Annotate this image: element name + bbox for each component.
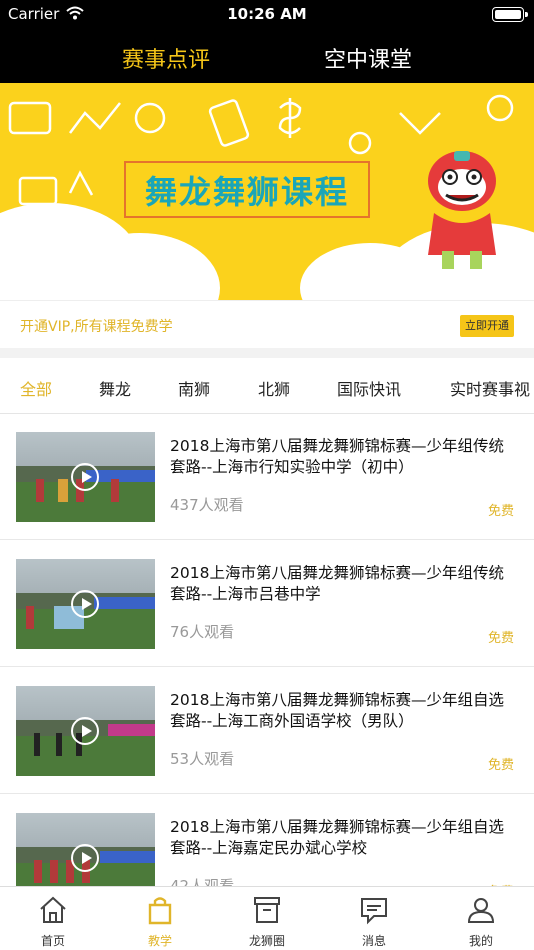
status-time: 10:26 AM	[227, 5, 307, 23]
video-thumbnail[interactable]	[16, 686, 155, 776]
user-icon	[467, 898, 495, 923]
vip-promo-bar: 开通VIP,所有课程免费学 立即开通	[0, 300, 534, 348]
tab-teaching-label: 教学	[147, 934, 172, 948]
open-vip-button[interactable]: 立即开通	[460, 315, 514, 337]
video-title[interactable]: 2018上海市第八届舞龙舞狮锦标赛—少年组传统套路--上海市吕巷中学	[170, 563, 510, 605]
category-northern-lion[interactable]: 北狮	[258, 376, 290, 400]
tab-online-class[interactable]: 空中课堂	[324, 42, 412, 74]
banner-title-box: 舞龙舞狮课程	[124, 161, 370, 218]
course-banner[interactable]: 舞龙舞狮课程	[0, 83, 534, 300]
category-all[interactable]: 全部	[20, 376, 52, 400]
category-southern-lion[interactable]: 南狮	[178, 376, 210, 400]
play-icon[interactable]	[71, 463, 99, 491]
tab-messages[interactable]: 消息	[334, 887, 414, 950]
tab-event-review[interactable]: 赛事点评	[122, 42, 210, 74]
bag-icon	[148, 897, 172, 925]
video-title[interactable]: 2018上海市第八届舞龙舞狮锦标赛—少年组自选套路--上海嘉定民办斌心学校	[170, 817, 510, 859]
category-live-events[interactable]: 实时赛事视	[450, 376, 530, 400]
list-item[interactable]: 2018上海市第八届舞龙舞狮锦标赛—少年组传统套路--上海市吕巷中学 76人观看…	[0, 541, 534, 667]
home-icon	[40, 896, 66, 923]
view-count: 437人观看	[170, 496, 244, 514]
video-title[interactable]: 2018上海市第八届舞龙舞狮锦标赛—少年组自选套路--上海工商外国语学校（男队）	[170, 690, 510, 732]
list-item[interactable]: 2018上海市第八届舞龙舞狮锦标赛—少年组传统套路--上海市行知实验中学（初中）…	[0, 414, 534, 540]
view-count: 76人观看	[170, 623, 235, 641]
tab-circle[interactable]: 龙狮圈	[227, 887, 307, 950]
lion-mascot-icon	[428, 151, 496, 269]
tab-home-label: 首页	[40, 934, 65, 948]
tab-profile-label: 我的	[468, 934, 493, 948]
banner-title: 舞龙舞狮课程	[144, 172, 349, 211]
price-badge: 免费	[487, 631, 514, 646]
bottom-tab-bar: 首页 教学 龙狮圈 消息 我的	[0, 886, 534, 950]
section-divider	[0, 348, 534, 358]
list-item[interactable]: 2018上海市第八届舞龙舞狮锦标赛—少年组自选套路--上海工商外国语学校（男队）…	[0, 668, 534, 794]
tab-messages-label: 消息	[361, 934, 386, 948]
battery-icon	[492, 7, 528, 22]
category-tabs: 全部 舞龙 南狮 北狮 国际快讯 实时赛事视	[0, 358, 534, 414]
vip-promo-text: 开通VIP,所有课程免费学	[20, 319, 173, 335]
play-icon[interactable]	[71, 590, 99, 618]
top-tab-bar: 赛事点评 空中课堂	[0, 28, 534, 83]
tab-home[interactable]: 首页	[13, 887, 93, 950]
video-thumbnail[interactable]	[16, 559, 155, 649]
tab-circle-label: 龙狮圈	[248, 934, 285, 948]
video-title[interactable]: 2018上海市第八届舞龙舞狮锦标赛—少年组传统套路--上海市行知实验中学（初中）	[170, 436, 510, 478]
archive-icon	[254, 897, 280, 923]
price-badge: 免费	[487, 758, 514, 773]
category-dragon-dance[interactable]: 舞龙	[99, 376, 131, 400]
category-international-news[interactable]: 国际快讯	[337, 376, 401, 400]
play-icon[interactable]	[71, 844, 99, 872]
tab-profile[interactable]: 我的	[441, 887, 521, 950]
play-icon[interactable]	[71, 717, 99, 745]
status-bar: Carrier 10:26 AM	[0, 0, 534, 28]
message-icon	[361, 898, 387, 925]
tab-teaching[interactable]: 教学	[120, 887, 200, 950]
price-badge: 免费	[487, 504, 514, 519]
video-thumbnail[interactable]	[16, 432, 155, 522]
view-count: 53人观看	[170, 750, 235, 768]
